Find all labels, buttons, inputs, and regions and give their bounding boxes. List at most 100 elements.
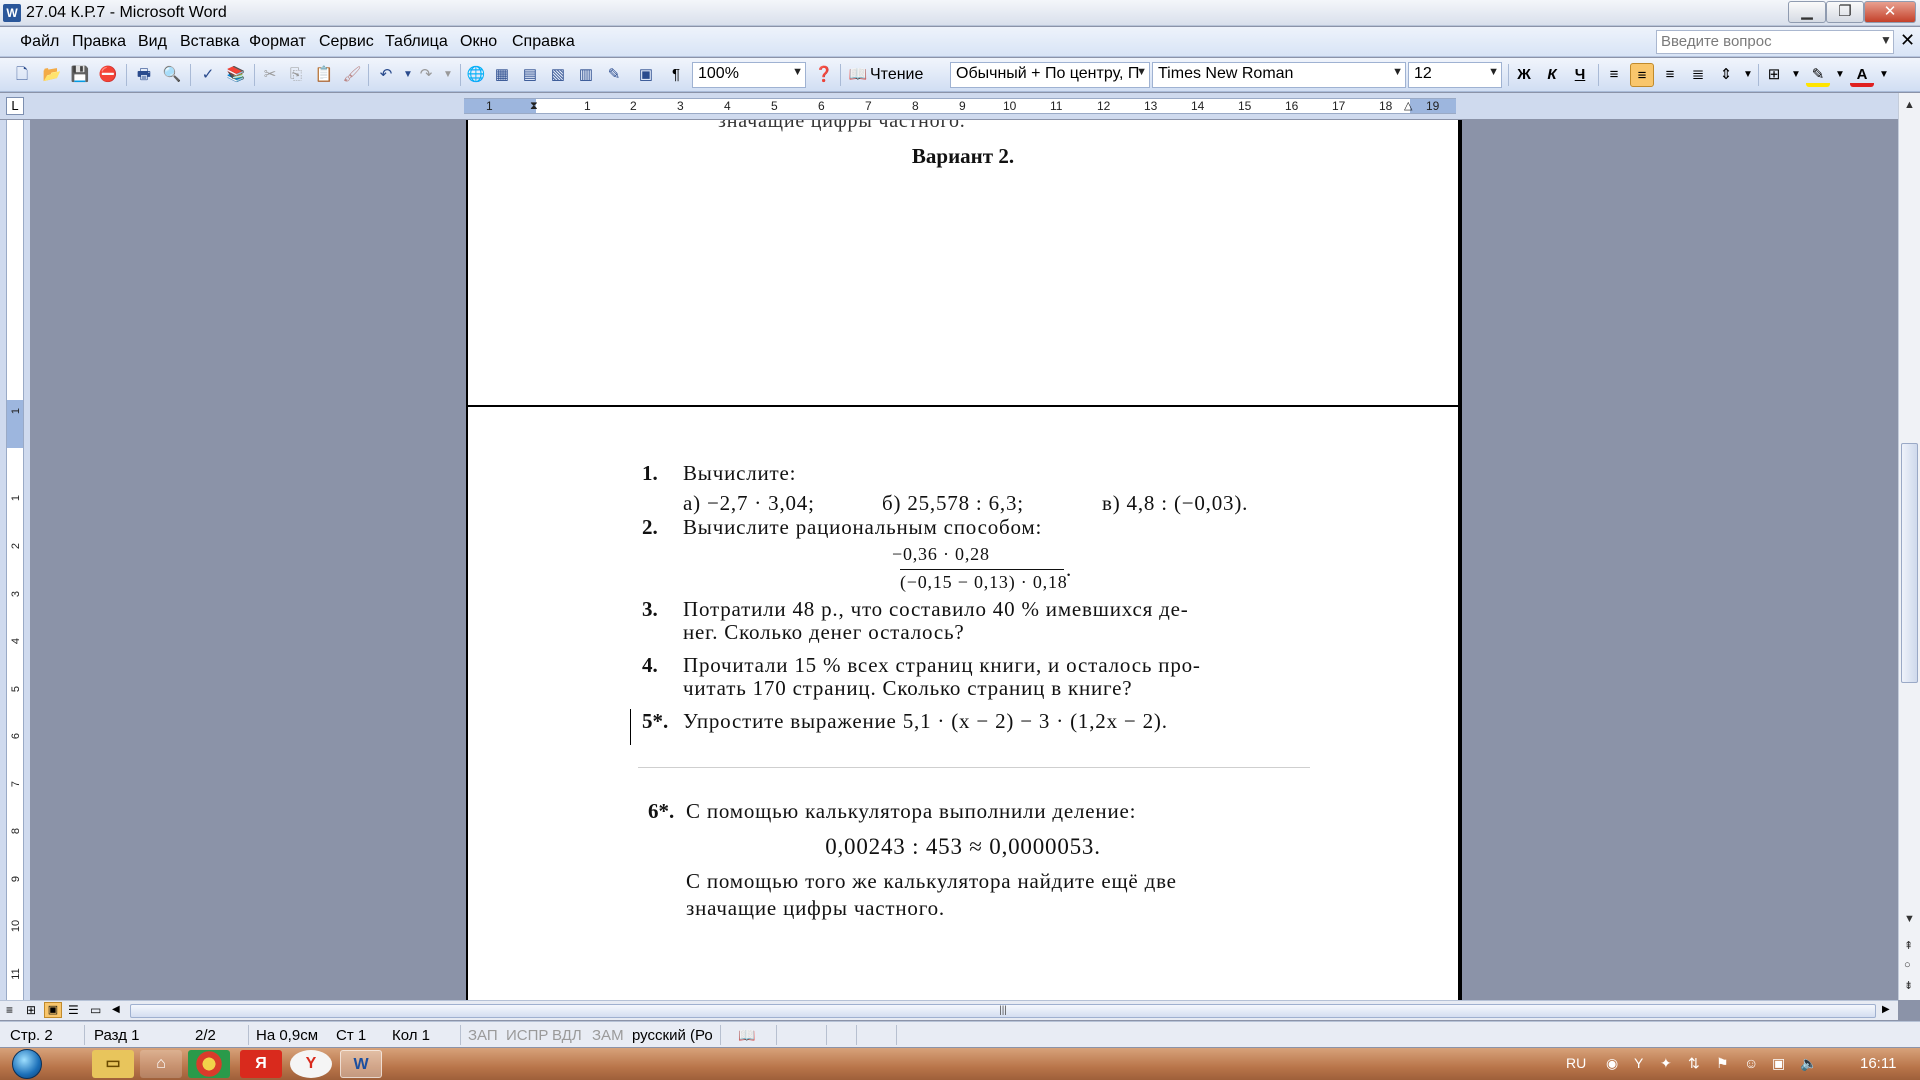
spelling-status-icon[interactable]: 📖 (738, 1027, 755, 1044)
scroll-down-icon[interactable]: ▼ (1904, 913, 1915, 925)
tab-selector[interactable]: L (6, 97, 24, 115)
status-track-changes[interactable]: ИСПР (506, 1027, 548, 1044)
underline-button[interactable]: Ч (1568, 63, 1592, 87)
insert-table-icon[interactable]: ▤ (518, 63, 542, 87)
menu-table[interactable]: Таблица (385, 33, 448, 51)
chevron-down-icon[interactable]: ▼ (1136, 66, 1147, 78)
volume-tray-icon[interactable]: 🔈 (1800, 1055, 1817, 1072)
document-area[interactable]: значащие цифры частного. Вариант 2. 1. В… (30, 120, 1898, 1000)
scroll-left-icon[interactable]: ◀ (112, 1004, 120, 1015)
chevron-down-icon[interactable]: ▼ (1488, 66, 1499, 78)
app-tray-icon[interactable]: ✦ (1660, 1055, 1672, 1072)
horizontal-ruler[interactable]: 1 1 2 3 4 5 6 7 8 9 10 11 12 13 14 15 16… (464, 98, 1456, 114)
indent-marker-icon[interactable]: ⧗ (530, 99, 538, 113)
chevron-down-icon[interactable]: ▼ (792, 66, 803, 78)
status-language[interactable]: русский (Ро (632, 1027, 713, 1044)
bold-button[interactable]: Ж (1512, 63, 1536, 87)
font-color-icon[interactable]: A (1850, 63, 1874, 87)
chrome-tray-icon[interactable]: ◉ (1606, 1055, 1618, 1072)
italic-button[interactable]: К (1540, 63, 1564, 87)
zoom-select[interactable]: 100% ▼ (692, 62, 806, 88)
explorer-icon[interactable]: ⌂ (140, 1050, 182, 1078)
close-button[interactable]: ✕ (1864, 1, 1916, 23)
vertical-scrollbar[interactable]: ▲ ▼ ⇞ ○ ⇟ (1898, 93, 1920, 1000)
display-tray-icon[interactable]: ▣ (1772, 1055, 1785, 1072)
paste-icon[interactable]: 📋 (312, 63, 336, 87)
reading-mode-icon[interactable]: 📖 (846, 63, 870, 87)
font-select[interactable]: Times New Roman ▼ (1152, 62, 1406, 88)
reading-mode-button[interactable]: Чтение (870, 66, 923, 84)
columns-icon[interactable]: ▥ (574, 63, 598, 87)
status-extend[interactable]: ВДЛ (552, 1027, 582, 1044)
hyperlink-icon[interactable]: 🌐 (464, 63, 488, 87)
spelling-icon[interactable]: ✓ (196, 63, 220, 87)
file-explorer-icon[interactable]: ▭ (92, 1050, 134, 1078)
font-size-select[interactable]: 12 ▼ (1408, 62, 1502, 88)
save-icon[interactable]: 💾 (68, 63, 92, 87)
format-painter-icon[interactable]: 🖌 (340, 63, 364, 87)
insert-excel-icon[interactable]: ▧ (546, 63, 570, 87)
cut-icon[interactable]: ✂ (258, 63, 282, 87)
chevron-down-icon[interactable]: ▼ (1880, 33, 1892, 47)
menu-format[interactable]: Формат (249, 33, 306, 51)
align-right-icon[interactable]: ≡ (1658, 63, 1682, 87)
align-left-icon[interactable]: ≡ (1602, 63, 1626, 87)
menu-file[interactable]: Файл (20, 33, 59, 51)
page-2[interactable]: 1. Вычислите: а) −2,7 · 3,04; б) 25,578 … (466, 405, 1460, 1000)
scroll-up-icon[interactable]: ▲ (1904, 99, 1915, 111)
word-app-icon[interactable]: W (3, 4, 21, 22)
open-folder-icon[interactable]: 📂 (40, 63, 64, 87)
horizontal-scroll-thumb[interactable]: ||| (130, 1004, 1876, 1018)
menu-window[interactable]: Окно (460, 33, 497, 51)
chevron-down-icon[interactable]: ▼ (1828, 63, 1852, 87)
undo-icon[interactable]: ↶ (374, 63, 398, 87)
print-icon[interactable]: 🖶 (132, 63, 156, 87)
drawing-icon[interactable]: ✎ (602, 63, 626, 87)
permission-icon[interactable]: ⛔ (96, 63, 120, 87)
security-tray-icon[interactable]: ☺ (1744, 1055, 1758, 1071)
horizontal-scrollbar[interactable]: ≡ ⊞ ▣ ☰ ▭ ◀ ||| ▶ (0, 1000, 1898, 1020)
network-tray-icon[interactable]: ⇅ (1688, 1055, 1700, 1072)
yandex-browser-icon[interactable]: Y (290, 1050, 332, 1078)
line-spacing-icon[interactable]: ⇕ (1714, 63, 1738, 87)
right-indent-marker-icon[interactable]: △ (1404, 99, 1412, 113)
align-center-icon[interactable]: ≡ (1630, 63, 1654, 87)
vertical-ruler[interactable]: 1 1 2 3 4 5 6 7 8 9 10 11 (6, 120, 24, 1000)
style-select[interactable]: Обычный + По центру, П ▼ (950, 62, 1150, 88)
borders-icon[interactable]: ⊞ (1762, 63, 1786, 87)
research-icon[interactable]: 📚 (224, 63, 248, 87)
new-document-icon[interactable]: 🗋 (10, 63, 34, 87)
web-view-icon[interactable]: ⊞ (26, 1003, 36, 1017)
minimize-button[interactable]: ▁ (1788, 1, 1826, 23)
chevron-down-icon[interactable]: ▼ (1784, 63, 1808, 87)
chevron-down-icon[interactable]: ▼ (436, 63, 460, 87)
copy-icon[interactable]: ⎘ (284, 63, 308, 87)
ask-question-input[interactable]: Введите вопрос (1656, 30, 1894, 54)
language-indicator[interactable]: RU (1566, 1055, 1586, 1071)
normal-view-icon[interactable]: ≡ (6, 1003, 13, 1017)
chrome-icon[interactable] (188, 1050, 230, 1078)
menu-tools[interactable]: Сервис (319, 33, 374, 51)
redo-icon[interactable]: ↷ (414, 63, 438, 87)
next-page-icon[interactable]: ⇟ (1904, 979, 1913, 992)
menu-help[interactable]: Справка (512, 33, 575, 51)
menu-insert[interactable]: Вставка (180, 33, 239, 51)
show-formatting-icon[interactable]: ¶ (664, 63, 688, 87)
word-taskbar-icon[interactable]: W (340, 1050, 382, 1078)
clock[interactable]: 16:11 (1860, 1055, 1896, 1072)
help-icon[interactable]: ❓ (812, 63, 836, 87)
outline-view-icon[interactable]: ☰ (68, 1003, 79, 1017)
status-record[interactable]: ЗАП (468, 1027, 498, 1044)
tables-borders-icon[interactable]: ▦ (490, 63, 514, 87)
document-close-button[interactable]: ✕ (1900, 30, 1915, 51)
print-preview-icon[interactable]: 🔍 (160, 63, 184, 87)
justify-icon[interactable]: ≣ (1686, 63, 1710, 87)
chevron-down-icon[interactable]: ▼ (1736, 63, 1760, 87)
scroll-right-icon[interactable]: ▶ (1882, 1004, 1890, 1015)
chevron-down-icon[interactable]: ▼ (1392, 66, 1403, 78)
highlight-icon[interactable]: ✎ (1806, 63, 1830, 87)
restore-button[interactable]: ❐ (1826, 1, 1864, 23)
flag-tray-icon[interactable]: ⚑ (1716, 1055, 1729, 1072)
menu-edit[interactable]: Правка (72, 33, 126, 51)
menu-view[interactable]: Вид (138, 33, 167, 51)
